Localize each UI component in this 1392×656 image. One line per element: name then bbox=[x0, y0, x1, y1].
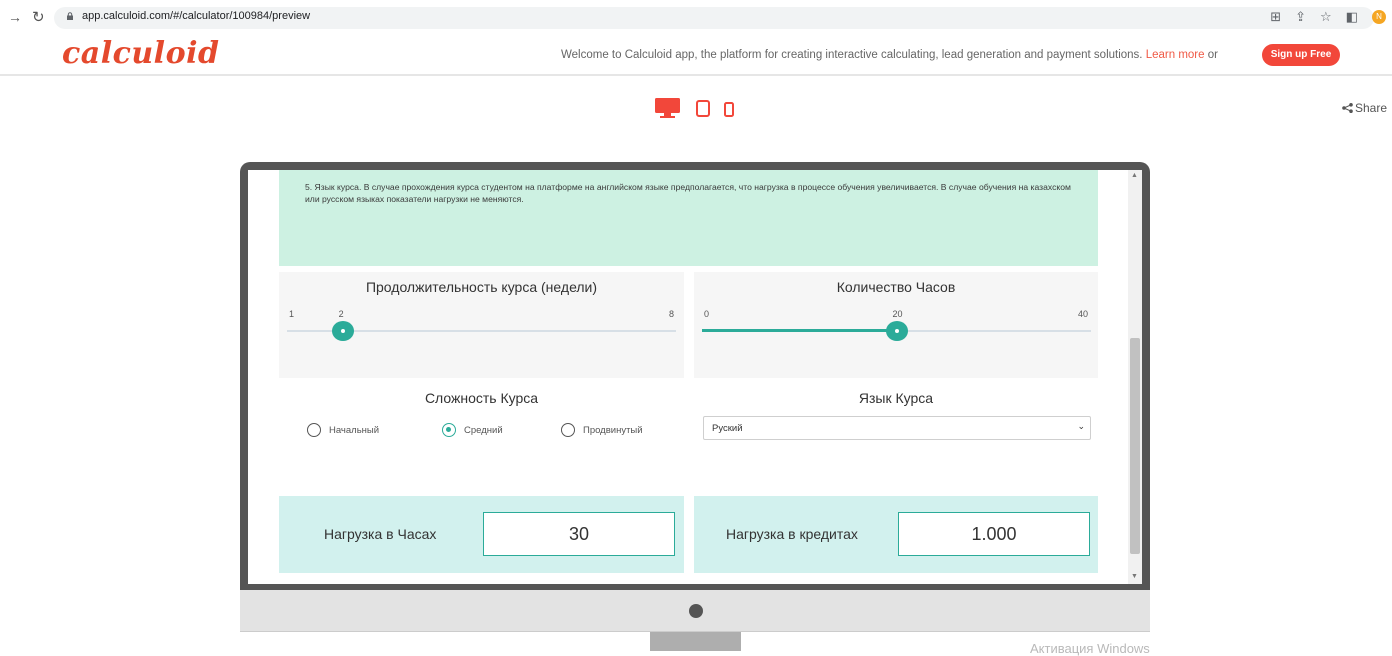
duration-value-label: 2 bbox=[338, 309, 344, 319]
share-icon bbox=[1342, 103, 1353, 113]
hours-slider-panel: Количество Часов 0 20 40 bbox=[694, 272, 1098, 378]
brand-logo[interactable]: calculoid bbox=[62, 36, 219, 71]
chevron-down-icon: ⌄ bbox=[1077, 421, 1085, 431]
duration-title: Продолжительность курса (недели) bbox=[365, 279, 598, 295]
monitor-stand bbox=[650, 632, 741, 651]
credits-result-field: 1.000 bbox=[898, 512, 1090, 556]
hours-title: Количество Часов bbox=[836, 279, 956, 295]
hours-min-label: 0 bbox=[704, 309, 710, 319]
profile-avatar[interactable]: N bbox=[1372, 10, 1386, 24]
info-text: 5. Язык курса. В случае прохождения курс… bbox=[305, 182, 1071, 204]
share-page-icon[interactable]: ⇪ bbox=[1295, 9, 1306, 25]
mobile-view-icon[interactable] bbox=[724, 102, 734, 117]
hours-value-label: 20 bbox=[892, 309, 903, 319]
windows-watermark: Активация Windows bbox=[1030, 641, 1150, 656]
reload-icon[interactable]: ↻ bbox=[32, 8, 45, 26]
duration-slider-handle[interactable] bbox=[331, 321, 354, 341]
hours-result-panel: Нагрузка в Часах 30 bbox=[279, 496, 684, 573]
radio-circle-icon bbox=[561, 423, 575, 437]
radio-label: Продвинутый bbox=[583, 424, 643, 436]
site-header: calculoid Welcome to Calculoid app, the … bbox=[0, 34, 1392, 76]
hours-slider-fill bbox=[702, 329, 897, 332]
language-select[interactable]: Руский ⌄ bbox=[703, 416, 1091, 440]
browser-toolbar: → ↻ app.calculoid.com/#/calculator/10098… bbox=[0, 0, 1392, 34]
hours-max-label: 40 bbox=[1077, 309, 1088, 319]
credits-result-panel: Нагрузка в кредитах 1.000 bbox=[694, 496, 1098, 573]
radio-advanced[interactable]: Продвинутый bbox=[561, 423, 643, 437]
translate-icon[interactable]: ⊞ bbox=[1270, 9, 1281, 25]
language-title: Язык Курса bbox=[858, 390, 934, 406]
hours-result-field: 30 bbox=[483, 512, 675, 556]
url-text: app.calculoid.com/#/calculator/100984/pr… bbox=[82, 10, 311, 22]
or-text: or bbox=[1207, 49, 1218, 61]
learn-more-link[interactable]: Learn more bbox=[1146, 49, 1205, 61]
forward-arrow-icon[interactable]: → bbox=[8, 9, 22, 25]
radio-checked-icon bbox=[442, 423, 456, 437]
browser-actions: ⊞ ⇪ ☆ ◧ N bbox=[1270, 9, 1386, 25]
welcome-message: Welcome to Calculoid app, the platform f… bbox=[561, 49, 1218, 61]
radio-circle-icon bbox=[307, 423, 321, 437]
duration-slider-panel: Продолжительность курса (недели) 1 2 8 bbox=[279, 272, 684, 378]
side-panel-icon[interactable]: ◧ bbox=[1346, 9, 1358, 25]
scroll-down-icon[interactable]: ▼ bbox=[1131, 573, 1138, 580]
share-label: Share bbox=[1355, 101, 1388, 115]
welcome-text: Welcome to Calculoid app, the platform f… bbox=[561, 49, 1143, 61]
hours-slider-handle[interactable] bbox=[885, 321, 908, 341]
star-icon[interactable]: ☆ bbox=[1320, 9, 1332, 25]
radio-label: Средний bbox=[464, 424, 503, 436]
language-select-value: Руский bbox=[712, 423, 743, 434]
hours-result-label: Нагрузка в Часах bbox=[324, 526, 437, 542]
radio-label: Начальный bbox=[329, 424, 380, 436]
lock-icon bbox=[67, 12, 73, 20]
duration-max-label: 8 bbox=[668, 309, 674, 319]
difficulty-title: Сложность Курса bbox=[424, 390, 539, 406]
monitor-camera bbox=[689, 604, 703, 618]
share-link[interactable]: Share bbox=[1342, 101, 1387, 115]
scroll-up-icon[interactable]: ▲ bbox=[1131, 172, 1138, 179]
credits-result-label: Нагрузка в кредитах bbox=[726, 526, 858, 542]
radio-intermediate[interactable]: Средний bbox=[442, 423, 503, 437]
desktop-view-icon[interactable] bbox=[655, 98, 680, 118]
scrollbar-thumb[interactable] bbox=[1130, 338, 1140, 554]
signup-button[interactable]: Sign up Free bbox=[1262, 44, 1340, 66]
radio-beginner[interactable]: Начальный bbox=[307, 423, 379, 437]
duration-min-label: 1 bbox=[289, 309, 295, 319]
tablet-view-icon[interactable] bbox=[696, 100, 710, 117]
